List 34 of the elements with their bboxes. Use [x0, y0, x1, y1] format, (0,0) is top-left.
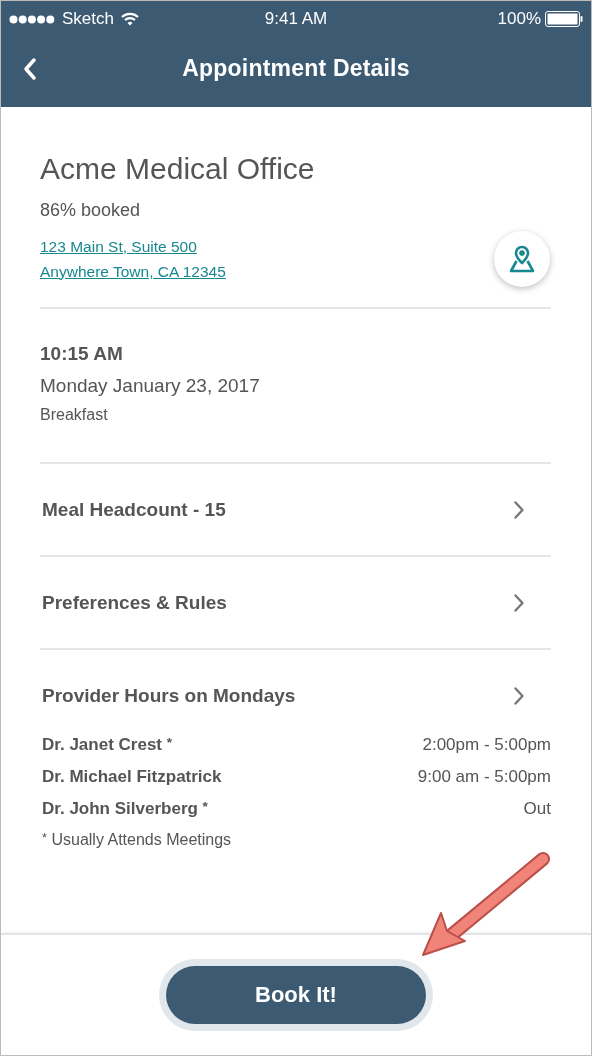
row-label: Provider Hours on Mondays: [42, 684, 296, 707]
provider-hours: Out: [523, 799, 551, 819]
row-label: Preferences & Rules: [42, 591, 227, 614]
wifi-icon: [121, 12, 139, 26]
provider-hours: 9:00 am - 5:00pm: [417, 767, 551, 787]
map-button[interactable]: [494, 231, 550, 287]
battery-percent: 100%: [497, 9, 541, 29]
meal-type: Breakfast: [40, 406, 109, 424]
address-link[interactable]: 123 Main St, Suite 500: [40, 237, 197, 256]
appointment-date: Monday January 23, 2017: [40, 375, 261, 397]
address-link[interactable]: Anywhere Town, CA 12345: [40, 262, 226, 281]
back-icon: [23, 57, 37, 81]
signal-icon: [9, 14, 55, 24]
office-name: Acme Medical Office: [40, 151, 316, 187]
detail-row[interactable]: Meal Headcount - 15: [40, 464, 551, 555]
battery-icon: [545, 11, 583, 27]
provider-hours: 2:00pm - 5:00pm: [422, 735, 551, 755]
footnote: $^{*}$ Usually Attends Meetings: [42, 831, 233, 849]
chevron-icon: [513, 499, 525, 520]
row-label: Meal Headcount - 15: [42, 498, 226, 521]
provider-name: Dr. John Silverberg $^{*}$: [42, 799, 208, 819]
provider-name: Dr. Michael Fitzpatrick: [42, 767, 222, 787]
status-time: 9:41 AM: [264, 9, 328, 29]
booking-percentage: 86% booked: [40, 200, 142, 221]
chevron-icon: [513, 592, 525, 613]
provider-name: Dr. Janet Crest $^{*}$: [42, 735, 173, 755]
back-button[interactable]: [21, 55, 39, 83]
chevron-icon: [513, 685, 525, 706]
appointment-time: 10:15 AM: [40, 343, 124, 365]
carrier-name: Sketch: [62, 9, 114, 29]
book-button[interactable]: Book It!: [166, 966, 426, 1024]
detail-row[interactable]: Preferences & Rules: [40, 557, 551, 648]
page-title: Appointment Details: [182, 54, 410, 82]
map-pin-icon: [507, 244, 537, 274]
